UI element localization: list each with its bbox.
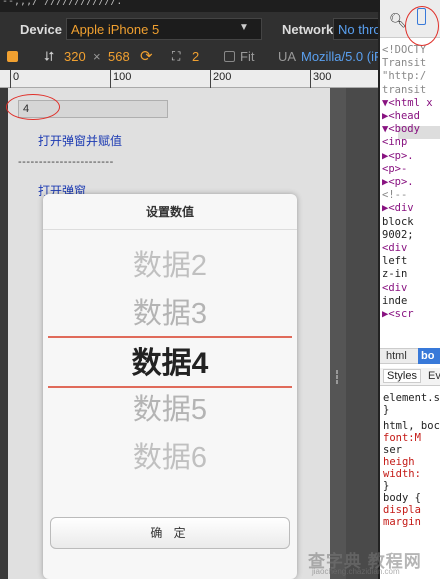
style-rule-line[interactable]: heigh [383, 456, 415, 468]
elements-tree-line[interactable]: <inp [382, 136, 407, 148]
style-rule-line[interactable]: displa [383, 504, 421, 516]
style-rule-line[interactable]: font:M [383, 432, 421, 444]
picker-dialog: 设置数值 数据2 数据3 数据4 数据5 数据6 确 定 [43, 194, 297, 579]
confirm-button[interactable]: 确 定 [50, 517, 290, 549]
style-rule-line[interactable]: } [383, 404, 389, 416]
breadcrumb-body[interactable]: bo [418, 348, 440, 364]
elements-tree-line[interactable]: Transit [382, 57, 426, 69]
elements-tree-line[interactable]: ▶<scr [382, 308, 414, 320]
elements-tree-line[interactable]: ▶<head [382, 110, 420, 122]
style-rule-line[interactable]: html, boc [383, 420, 440, 432]
times-sign: × [93, 49, 101, 64]
picker-option[interactable]: 数据5 [43, 386, 297, 428]
elements-tree-line[interactable]: ▶<p>. [382, 150, 414, 162]
dialog-title: 设置数值 [43, 194, 297, 230]
network-select-value: No thro [338, 22, 381, 37]
elements-tree-line[interactable]: block [382, 216, 414, 228]
elements-tree-line[interactable]: ▼<body [382, 123, 420, 135]
style-rule-line[interactable]: margin [383, 516, 421, 528]
fit-checkbox[interactable] [224, 51, 235, 62]
elements-tree-line[interactable]: inde [382, 295, 407, 307]
url-strip: --,,,/ ////////////. [0, 0, 380, 12]
elements-tree-line[interactable]: z-in [382, 268, 407, 280]
picker-option[interactable]: 数据3 [43, 290, 297, 332]
ruler-mark: 200 [213, 71, 232, 83]
elements-tree-line[interactable]: "http:/ [382, 70, 426, 82]
elements-tree-line[interactable]: <div [382, 242, 407, 254]
elements-tree-line[interactable]: <p>- [382, 163, 407, 175]
fit-label: Fit [240, 49, 255, 64]
picker-selected-option[interactable]: 数据4 [43, 338, 297, 382]
device-pixel-ratio-icon: ⛶ [172, 49, 181, 63]
elements-tree-line[interactable]: <!-- [382, 189, 407, 201]
tab-event-listeners[interactable]: Ev [428, 370, 440, 382]
network-label: Network [282, 22, 334, 37]
chevron-down-icon: ▼ [239, 22, 249, 33]
annotation-ellipse-input [6, 94, 60, 120]
viewport-background [346, 88, 380, 579]
ruler-mark: 300 [313, 71, 332, 83]
watermark: 查字典 教程网 jiaocheng.chazidian.com [300, 545, 440, 579]
picker-option[interactable]: 数据2 [43, 242, 297, 284]
ruler-mark: 100 [113, 71, 132, 83]
viewport-left-gutter [0, 88, 8, 579]
emulation-options: ⮃ 320 × 568 ⟳ ⛶ 2 Fit UA Mozilla/5.0 (iP… [0, 42, 390, 70]
device-label: Device [20, 22, 62, 37]
style-rule-line[interactable]: width: [383, 468, 421, 480]
url-fragment: --,,,/ ////////////. [2, 0, 123, 7]
width-field[interactable]: 320 [64, 49, 86, 64]
scale-field[interactable]: 2 [192, 49, 199, 64]
device-select-value: Apple iPhone 5 [71, 22, 160, 37]
breadcrumb-html[interactable]: html [386, 350, 407, 362]
emulated-page: 4 打开弹窗并赋值 ----------------------- 打开弹窗 设… [8, 88, 330, 579]
watermark-subtext: jiaocheng.chazidian.com [312, 567, 400, 576]
device-select[interactable]: Apple iPhone 5 ▼ [66, 18, 262, 40]
ruler: 0 100 200 300 [0, 70, 380, 88]
elements-tree-line[interactable]: <div [382, 282, 407, 294]
elements-tree-line[interactable]: ▼<html x [382, 97, 433, 109]
elements-tree-line[interactable]: transit [382, 84, 426, 96]
style-rule-line[interactable]: ser [383, 444, 402, 456]
devtools-panel: 🔍︎ <!DOCTY Transit "http:/transit ▼<html x … [380, 0, 440, 579]
style-rule-line[interactable]: element.s [383, 392, 440, 404]
height-field[interactable]: 568 [108, 49, 130, 64]
style-rule-line[interactable]: body { [383, 492, 421, 504]
elements-tree-line[interactable]: ▶<p>. [382, 176, 414, 188]
elements-tree-line[interactable]: 9002; [382, 229, 414, 241]
rotate-dimension-icon: ⮃ [44, 49, 55, 64]
picker-option[interactable]: 数据6 [43, 434, 297, 476]
ua-field[interactable]: Mozilla/5.0 (iPh [301, 49, 390, 64]
ua-label: UA [278, 49, 297, 64]
viewport-resize-handle[interactable] [330, 88, 346, 579]
elements-tree-line[interactable]: left [382, 255, 407, 267]
style-rule-line[interactable]: } [383, 480, 389, 492]
ruler-mark: 0 [13, 71, 20, 83]
elements-tree-line[interactable]: ▶<div [382, 202, 414, 214]
swap-dimensions-icon[interactable]: ⟳ [140, 47, 153, 65]
annotation-ellipse-device [405, 6, 439, 46]
styles-tabbar: Styles Ev [380, 368, 440, 386]
resolution-checkbox[interactable] [7, 51, 18, 62]
tab-styles[interactable]: Styles [383, 369, 421, 383]
